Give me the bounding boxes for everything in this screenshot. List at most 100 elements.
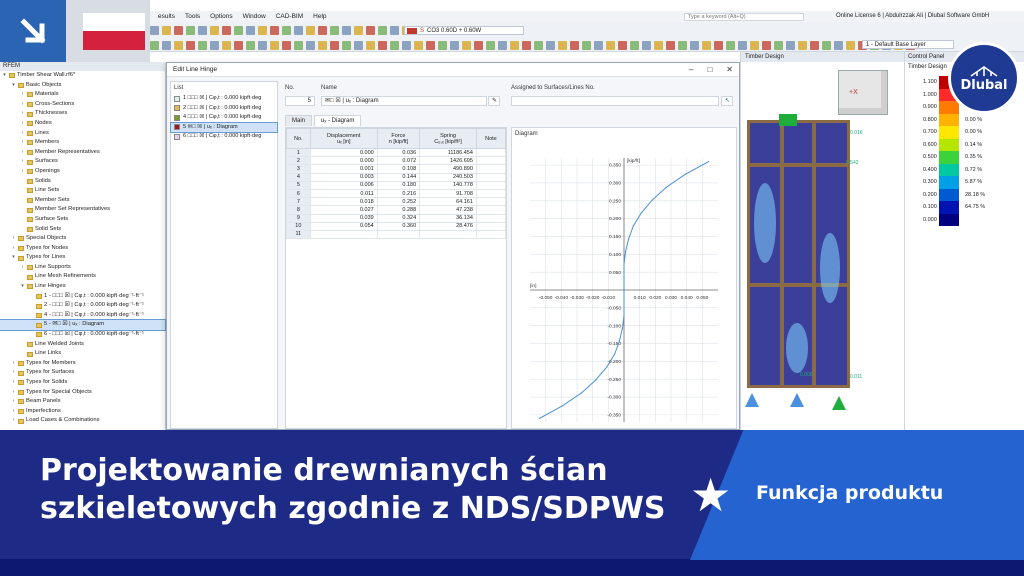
tree-item[interactable]: › Members	[0, 138, 165, 148]
toolbar-button-icon[interactable]	[534, 40, 543, 50]
table-cell[interactable]: 0.252	[376, 197, 421, 207]
expand-icon[interactable]: ›	[20, 90, 25, 100]
pick-icon[interactable]: ↖	[721, 96, 733, 106]
toolbar-button-icon[interactable]	[342, 40, 351, 50]
tree-item[interactable]: › Line Supports	[0, 263, 165, 273]
search-input[interactable]: Type a keyword (Alt+Q)	[684, 13, 804, 21]
toolbar-button-icon[interactable]	[546, 40, 555, 50]
hinge-list-item[interactable]: 2 □□□ ☒ | Cφ,t : 0.000 kipft·deg	[171, 104, 277, 114]
toolbar-button-icon[interactable]	[762, 40, 771, 50]
table-cell[interactable]	[475, 213, 507, 223]
table-cell[interactable]: 0.027	[309, 205, 378, 215]
toolbar-button-icon[interactable]	[306, 25, 315, 35]
expand-icon[interactable]: ›	[11, 368, 16, 378]
tree-item[interactable]: › Special Objects	[0, 234, 165, 244]
tree-item[interactable]: › Openings	[0, 167, 165, 177]
table-cell[interactable]: 91.708	[419, 188, 477, 199]
table-row[interactable]: 10 0.054 0.360 28.476	[286, 221, 507, 231]
toolbar-button-icon[interactable]	[678, 40, 687, 50]
maximize-icon[interactable]: □	[707, 65, 712, 74]
table-cell[interactable]	[376, 229, 421, 240]
load-combination-select[interactable]: S CO3 0.60D + 0.60W	[404, 26, 524, 35]
expand-icon[interactable]: ›	[11, 397, 16, 407]
table-cell[interactable]: 0.003	[309, 172, 378, 182]
toolbar-button-icon[interactable]	[390, 40, 399, 50]
tree-item[interactable]: › Types for Members	[0, 359, 165, 369]
toolbar-button-icon[interactable]	[210, 40, 219, 50]
table-row[interactable]: 3 0.001 0.108 490.890	[286, 164, 507, 174]
toolbar-button-icon[interactable]	[378, 40, 387, 50]
toolbar-button-icon[interactable]	[714, 40, 723, 50]
table-row[interactable]: 11	[286, 229, 507, 240]
table-cell[interactable]: 0.360	[376, 221, 421, 231]
tree-item[interactable]: › Surfaces	[0, 157, 165, 167]
toolbar-button-icon[interactable]	[390, 25, 399, 35]
toolbar-button-icon[interactable]	[354, 40, 363, 50]
table-cell[interactable]: 36.134	[419, 213, 477, 223]
table-cell[interactable]: 0.036	[376, 147, 421, 158]
tree-item[interactable]: › Cross-Sections	[0, 100, 165, 110]
toolbar-button-icon[interactable]	[174, 40, 183, 50]
toolbar-button-icon[interactable]	[630, 40, 639, 50]
tree-item[interactable]: Line Welded Joints	[0, 340, 165, 350]
toolbar-button-icon[interactable]	[666, 40, 675, 50]
expand-icon[interactable]: ›	[20, 119, 25, 129]
expand-icon[interactable]: ▾	[11, 253, 16, 263]
table-cell[interactable]: 0.288	[376, 205, 421, 215]
table-cell[interactable]: 490.890	[419, 164, 477, 174]
expand-icon[interactable]: ›	[11, 234, 16, 244]
table-cell[interactable]: 0.324	[376, 213, 421, 223]
tree-item[interactable]: 5 - ✉□ ☒ | uₓ : Diagram	[0, 319, 166, 331]
table-row[interactable]: 1 0.000 0.036 11186.454	[286, 147, 507, 158]
no-field[interactable]: 5	[285, 96, 315, 106]
table-cell[interactable]: 0.180	[376, 180, 421, 190]
table-cell[interactable]	[475, 180, 507, 190]
hinge-list-item[interactable]: 1 □□□ ☒ | Cφ,t : 0.000 kipft·deg	[171, 94, 277, 104]
tree-item[interactable]: › Types for Surfaces	[0, 368, 165, 378]
menu-item[interactable]: Tools	[185, 13, 200, 20]
expand-icon[interactable]: ›	[11, 416, 16, 426]
table-cell[interactable]: 0.011	[309, 188, 378, 199]
toolbar-button-icon[interactable]	[606, 40, 615, 50]
toolbar-button-icon[interactable]	[642, 40, 651, 50]
table-cell[interactable]: 0.039	[309, 213, 378, 223]
toolbar-button-icon[interactable]	[306, 40, 315, 50]
toolbar-button-icon[interactable]	[162, 25, 171, 35]
toolbar-button-icon[interactable]	[198, 40, 207, 50]
table-cell[interactable]	[475, 164, 507, 174]
expand-icon[interactable]: ›	[20, 157, 25, 167]
table-row[interactable]: 4 0.003 0.144 240.503	[286, 172, 507, 182]
table-cell[interactable]: 0.006	[309, 180, 378, 190]
hinge-list-item[interactable]: 4 □□□ ☒ | Cφ,t : 0.000 kipft·deg	[171, 113, 277, 123]
toolbar-button-icon[interactable]	[294, 25, 303, 35]
expand-icon[interactable]: ›	[20, 138, 25, 148]
tree-item[interactable]: Line Links	[0, 349, 165, 359]
toolbar-button-icon[interactable]	[318, 25, 327, 35]
toolbar-button-icon[interactable]	[738, 40, 747, 50]
table-row[interactable]: 5 0.006 0.180 140.778	[286, 180, 507, 190]
assigned-field[interactable]	[511, 96, 719, 106]
hinge-list-item[interactable]: 5 ✉□ ☒ | uₓ : Diagram	[170, 121, 278, 133]
tree-item[interactable]: Member Sets	[0, 196, 165, 206]
tree-item[interactable]: 4 - □□□ ☒ | Cφ,t : 0.000 kipft·deg⁻¹·ft⁻…	[0, 311, 165, 321]
edit-name-icon[interactable]: ✎	[488, 96, 500, 106]
toolbar-button-icon[interactable]	[366, 40, 375, 50]
toolbar-button-icon[interactable]	[282, 25, 291, 35]
menu-item[interactable]: Options	[210, 13, 232, 20]
tree-item[interactable]: Member Set Representatives	[0, 205, 165, 215]
close-icon[interactable]: ✕	[726, 65, 733, 74]
toolbar-button-icon[interactable]	[750, 40, 759, 50]
toolbar-button-icon[interactable]	[618, 40, 627, 50]
toolbar-button-icon[interactable]	[330, 40, 339, 50]
table-cell[interactable]: 0.072	[376, 156, 421, 166]
tree-item[interactable]: › Beam Panels	[0, 397, 165, 407]
toolbar-button-icon[interactable]	[210, 25, 219, 35]
table-cell[interactable]: 64.161	[419, 197, 477, 207]
table-row[interactable]: 7 0.018 0.252 64.161	[286, 197, 507, 207]
table-cell[interactable]: 47.238	[419, 205, 477, 215]
tree-item[interactable]: › Thicknesses	[0, 109, 165, 119]
table-cell[interactable]	[419, 229, 477, 240]
tree-item[interactable]: Solid Sets	[0, 225, 165, 235]
toolbar-button-icon[interactable]	[198, 25, 207, 35]
tree-item[interactable]: › Lines	[0, 129, 165, 139]
